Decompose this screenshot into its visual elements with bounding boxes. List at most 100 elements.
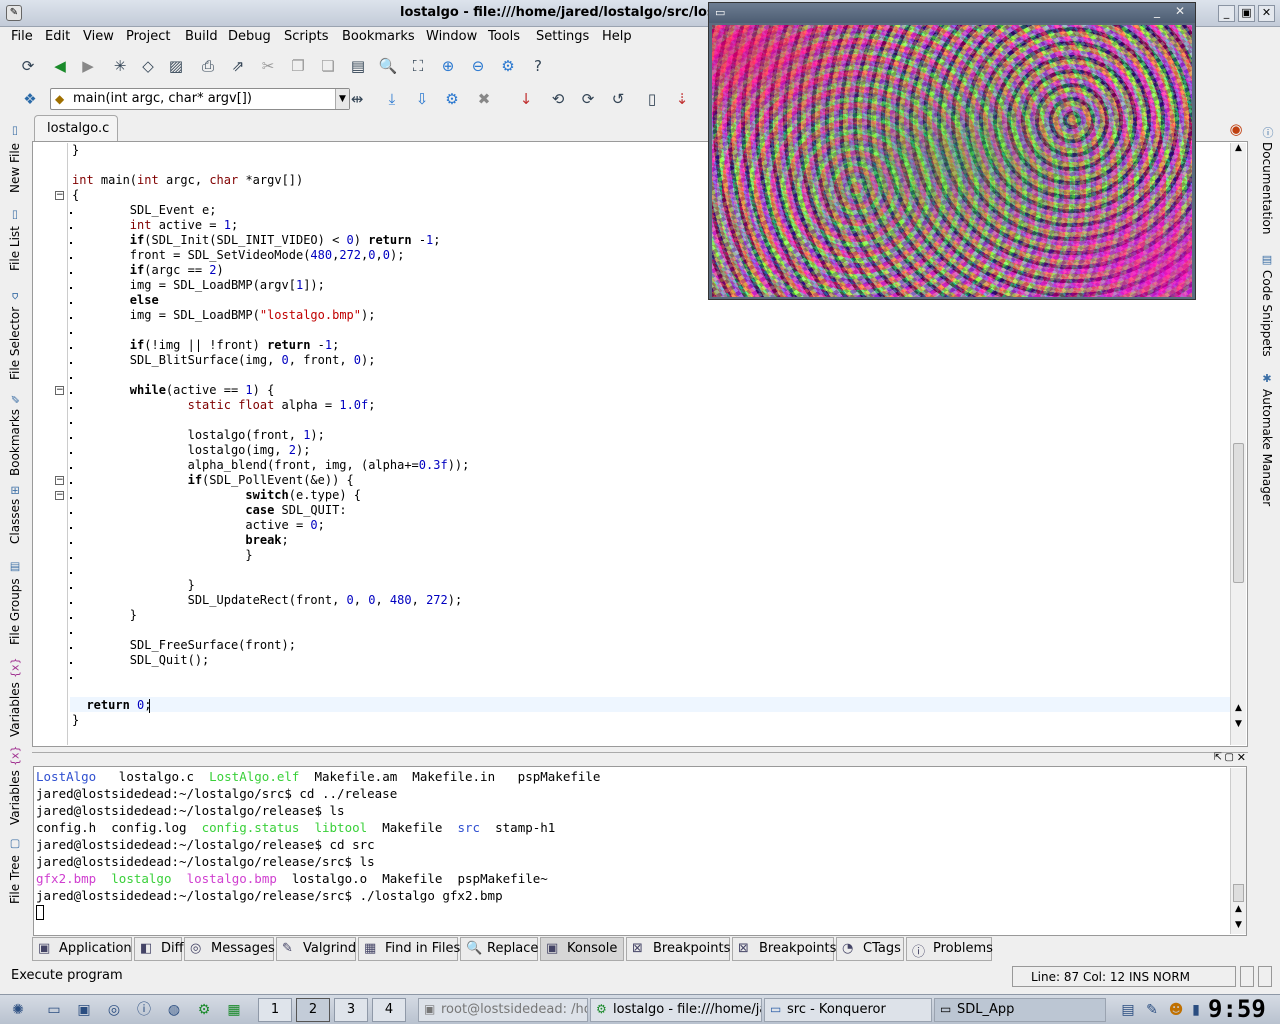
code-line[interactable]: if(SDL_PollEvent(&e)) {: [72, 473, 354, 488]
splitter-icon[interactable]: ⇹: [348, 87, 366, 111]
tab-automake-manager[interactable]: ✱ Automake Manager: [1256, 366, 1278, 512]
fold-toggle-icon[interactable]: −: [55, 491, 64, 500]
code-line[interactable]: while(active == 1) {: [72, 383, 275, 398]
desktop-4[interactable]: 4: [372, 998, 406, 1022]
code-line[interactable]: }: [72, 548, 252, 563]
menu-build[interactable]: Build: [185, 29, 218, 44]
code-line[interactable]: break;: [72, 533, 288, 548]
tab-messages[interactable]: ◎ Messages: [184, 937, 275, 961]
code-line[interactable]: int active = 1;: [72, 218, 238, 233]
clipboard-tray-icon[interactable]: ▤: [1118, 1000, 1138, 1020]
code-line[interactable]: int main(int argc, char *argv[]): [72, 173, 303, 188]
tab-ctags[interactable]: ◔ CTags: [836, 937, 904, 961]
class-browser-icon[interactable]: ❖: [18, 87, 42, 111]
menu-help[interactable]: Help: [602, 29, 632, 44]
code-line[interactable]: else: [72, 293, 159, 308]
kdevelop-launcher-icon[interactable]: ⚙: [194, 1000, 214, 1020]
code-line[interactable]: alpha_blend(front, img, (alpha+=0.3f));: [72, 458, 470, 473]
menu-debug[interactable]: Debug: [228, 29, 271, 44]
maximize-button[interactable]: ▣: [1238, 5, 1255, 22]
tab-file-tree[interactable]: File Tree ▢: [4, 830, 26, 912]
back-icon[interactable]: ◀: [48, 54, 72, 78]
code-line[interactable]: }: [72, 578, 195, 593]
maximize-panel-icon[interactable]: ▢: [1225, 752, 1234, 763]
stop-icon[interactable]: ✖: [472, 87, 496, 111]
paste-menu-icon[interactable]: ▤: [346, 54, 370, 78]
fold-toggle-icon[interactable]: −: [55, 191, 64, 200]
new-icon[interactable]: ✳: [108, 54, 132, 78]
code-line[interactable]: }: [72, 713, 79, 728]
fullscreen-icon[interactable]: ⛶: [406, 54, 430, 78]
notes-tray-icon[interactable]: ✎: [1142, 1000, 1162, 1020]
tab-find-in-files[interactable]: ▦ Find in Files: [358, 937, 460, 961]
tab-file-list[interactable]: File List ▯: [4, 202, 26, 278]
code-line[interactable]: return 0;: [72, 698, 151, 713]
print-icon[interactable]: ⎙: [196, 54, 220, 78]
sdl-titlebar[interactable]: ▭ _ ✕: [709, 3, 1195, 23]
sdl-close-icon[interactable]: ✕: [1175, 4, 1185, 18]
scroll-up-icon[interactable]: ▲: [1232, 143, 1245, 157]
minimize-button[interactable]: _: [1218, 5, 1235, 22]
tab-code-snippets[interactable]: ▤ Code Snippets: [1256, 246, 1278, 364]
menu-edit[interactable]: Edit: [45, 29, 70, 44]
desktop-1[interactable]: 1: [258, 998, 292, 1022]
step-into-icon[interactable]: ⤓: [380, 87, 404, 111]
fold-toggle-icon[interactable]: −: [55, 386, 64, 395]
tab-variables-1[interactable]: Variables {x}: [4, 654, 26, 740]
code-line[interactable]: }: [72, 143, 79, 158]
reload-icon[interactable]: ⟳: [16, 54, 40, 78]
sdl-app-window[interactable]: ▭ _ ✕: [708, 2, 1196, 300]
code-line[interactable]: SDL_BlitSurface(img, 0, front, 0);: [72, 353, 376, 368]
close-button[interactable]: ✕: [1258, 5, 1275, 22]
editor-scroll-thumb[interactable]: [1233, 443, 1244, 583]
terminal-launcher-icon[interactable]: ▣: [74, 1000, 94, 1020]
code-line[interactable]: if(SDL_Init(SDL_INIT_VIDEO) < 0) return …: [72, 233, 441, 248]
browser-launcher-icon[interactable]: ◍: [164, 1000, 184, 1020]
undock-icon[interactable]: ⇱: [1214, 752, 1222, 763]
clean-icon[interactable]: ▨: [164, 54, 188, 78]
terminal-scroll-up-icon[interactable]: ▲: [1232, 904, 1245, 918]
close-panel-icon[interactable]: ✕: [1237, 751, 1246, 764]
tab-problems[interactable]: ⓘ Problems: [906, 937, 993, 961]
task-kdevelop[interactable]: ⚙ lostalgo - file:///home/ja: [590, 998, 762, 1022]
code-line[interactable]: active = 0;: [72, 518, 325, 533]
find-icon[interactable]: 🔍: [376, 54, 400, 78]
menu-settings[interactable]: Settings: [536, 29, 589, 44]
editor-scrollbar[interactable]: ▲ ▲ ▼: [1230, 143, 1246, 745]
menu-tools[interactable]: Tools: [488, 29, 520, 44]
code-line[interactable]: SDL_UpdateRect(front, 0, 0, 480, 272);: [72, 593, 463, 608]
code-line[interactable]: img = SDL_LoadBMP(argv[1]);: [72, 278, 325, 293]
run-icon[interactable]: ⚙: [440, 87, 464, 111]
step-over-icon[interactable]: ⇩: [410, 87, 434, 111]
tab-breakpoints[interactable]: ⊠ Breakpoints: [732, 937, 836, 961]
scroll-down-icon[interactable]: ▼: [1232, 719, 1245, 733]
window-menu-icon[interactable]: ✎: [6, 5, 22, 21]
copy-icon[interactable]: ❐: [286, 54, 310, 78]
tab-breakpoints[interactable]: ⊠ Breakpoints: [626, 937, 730, 961]
code-line[interactable]: switch(e.type) {: [72, 488, 361, 503]
scroll-up-icon-2[interactable]: ▲: [1232, 703, 1245, 717]
debug-start-icon[interactable]: ↓: [514, 87, 538, 111]
code-line[interactable]: SDL_Event e;: [72, 203, 217, 218]
tab-new-file[interactable]: New File ▯: [4, 118, 26, 200]
tab-konsole[interactable]: ▣ Konsole: [540, 937, 624, 961]
sdl-minimize-icon[interactable]: _: [1154, 4, 1160, 18]
kde-menu-icon[interactable]: ✺: [8, 1000, 28, 1020]
package-launcher-icon[interactable]: ▦: [224, 1000, 244, 1020]
fold-toggle-icon[interactable]: −: [55, 476, 64, 485]
menu-bookmarks[interactable]: Bookmarks: [342, 29, 415, 44]
chevron-down-icon[interactable]: ▼: [335, 89, 349, 109]
show-desktop-icon[interactable]: ▭: [44, 1000, 64, 1020]
code-line[interactable]: if(!img || !front) return -1;: [72, 338, 340, 353]
code-line[interactable]: SDL_FreeSurface(front);: [72, 638, 296, 653]
tab-valgrind[interactable]: ✎ Valgrind: [276, 937, 356, 961]
next-icon[interactable]: ⟳: [576, 87, 600, 111]
code-line[interactable]: lostalgo(img, 2);: [72, 443, 311, 458]
code-line[interactable]: lostalgo(front, 1);: [72, 428, 325, 443]
forward-icon[interactable]: ▶: [76, 54, 100, 78]
code-line[interactable]: SDL_Quit();: [72, 653, 209, 668]
paste-icon[interactable]: ❏: [316, 54, 340, 78]
terminal-scroll-down-icon[interactable]: ▼: [1232, 920, 1245, 934]
desktop-3[interactable]: 3: [334, 998, 368, 1022]
code-line[interactable]: front = SDL_SetVideoMode(480,272,0,0);: [72, 248, 405, 263]
